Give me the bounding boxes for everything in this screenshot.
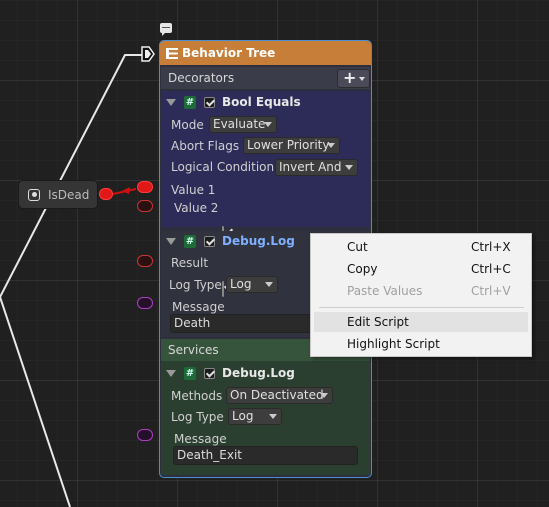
logical-condition-value: Invert And (279, 160, 342, 174)
abort-flags-label: Abort Flags (171, 139, 240, 153)
logical-condition-dropdown[interactable]: Invert And (275, 159, 358, 176)
menu-item-copy[interactable]: Copy Ctrl+C (314, 259, 528, 279)
chevron-down-icon (359, 77, 365, 81)
add-decorator-button[interactable]: + (337, 69, 370, 88)
menu-item-paste-values[interactable]: Paste Values Ctrl+V (314, 281, 528, 301)
service-debug-log-enabled-checkbox[interactable] (204, 367, 215, 379)
mode-label: Mode (171, 118, 204, 132)
logical-condition-label: Logical Condition (171, 160, 275, 174)
service-message-input[interactable]: Death_Exit (173, 446, 358, 465)
menu-item-shortcut: Ctrl+C (471, 262, 511, 276)
service-message-value: Death_Exit (177, 448, 243, 462)
script-hash-icon: # (184, 366, 196, 380)
log-type-dropdown[interactable]: Log (226, 276, 278, 293)
add-icon: + (343, 68, 357, 87)
behavior-tree-icon (166, 46, 180, 60)
service-message-label: Message (174, 432, 227, 446)
log-type-value: Log (230, 277, 252, 291)
methods-label: Methods (171, 389, 223, 403)
isdead-node[interactable]: IsDead (18, 180, 98, 209)
value1-input-port[interactable] (137, 181, 153, 193)
bool-equals-title: Bool Equals (222, 95, 301, 109)
abort-flags-dropdown[interactable]: Lower Priority (243, 137, 340, 154)
message-value: Death (174, 316, 211, 330)
menu-item-edit-script[interactable]: Edit Script (314, 312, 528, 332)
collapse-triangle-icon[interactable] (166, 98, 176, 106)
dropdown-arrow-icon (264, 122, 272, 127)
collapse-triangle-icon[interactable] (166, 369, 176, 377)
menu-item-label: Highlight Script (347, 337, 440, 351)
collapse-triangle-icon[interactable] (166, 237, 176, 245)
menu-item-label: Copy (347, 262, 378, 276)
input-port-icon[interactable] (141, 46, 155, 62)
value2-input-port[interactable] (137, 200, 153, 212)
isdead-output-port[interactable] (99, 188, 113, 200)
node-title: Behavior Tree (182, 46, 276, 60)
result-input-port[interactable] (137, 255, 153, 267)
service-log-type-value: Log (232, 409, 254, 423)
debug-log-enabled-checkbox[interactable] (204, 235, 215, 247)
dropdown-arrow-icon (345, 165, 353, 170)
menu-item-highlight-script[interactable]: Highlight Script (314, 334, 528, 354)
node-header[interactable]: Behavior Tree (160, 41, 371, 65)
dropdown-arrow-icon (265, 282, 273, 287)
methods-dropdown[interactable]: On Deactivated (226, 387, 333, 404)
menu-item-shortcut: Ctrl+V (471, 284, 511, 298)
result-label: Result (171, 256, 209, 270)
result-checkbox[interactable] (222, 281, 224, 297)
service-log-type-label: Log Type (171, 410, 224, 424)
isdead-label: IsDead (48, 187, 90, 202)
menu-item-label: Paste Values (347, 284, 423, 298)
service-debug-log-title: Debug.Log (222, 366, 295, 380)
dropdown-arrow-icon (269, 414, 277, 419)
value1-label: Value 1 (171, 183, 216, 197)
menu-item-shortcut: Ctrl+X (471, 240, 511, 254)
bool-equals-title-row[interactable]: # Bool Equals (161, 91, 370, 113)
abort-flags-value: Lower Priority (247, 138, 330, 152)
dropdown-arrow-icon (327, 143, 335, 148)
comment-icon[interactable] (160, 23, 172, 36)
bool-equals-enabled-checkbox[interactable] (204, 96, 215, 108)
radio-icon (28, 188, 40, 201)
mode-dropdown[interactable]: Evaluate (209, 116, 277, 133)
script-hash-icon: # (184, 95, 196, 109)
methods-value: On Deactivated (230, 388, 324, 402)
context-menu: Cut Ctrl+X Copy Ctrl+C Paste Values Ctrl… (310, 233, 532, 357)
debug-log-title: Debug.Log (222, 234, 295, 248)
service-debug-log-title-row[interactable]: # Debug.Log (161, 362, 370, 384)
message-input-port[interactable] (137, 297, 153, 309)
value2-label: Value 2 (174, 201, 219, 215)
message2-input-port[interactable] (137, 429, 153, 441)
log-type-label: Log Type (169, 278, 222, 292)
service-log-type-dropdown[interactable]: Log (228, 408, 282, 425)
message-label: Message (172, 300, 225, 314)
menu-item-label: Cut (347, 240, 368, 254)
services-label: Services (168, 343, 219, 357)
mode-value: Evaluate (213, 117, 266, 131)
script-hash-icon: # (184, 234, 196, 248)
menu-item-label: Edit Script (347, 315, 409, 329)
menu-separator (319, 307, 524, 308)
decorators-label: Decorators (168, 71, 235, 85)
dropdown-arrow-icon (320, 393, 328, 398)
menu-item-cut[interactable]: Cut Ctrl+X (314, 237, 528, 257)
